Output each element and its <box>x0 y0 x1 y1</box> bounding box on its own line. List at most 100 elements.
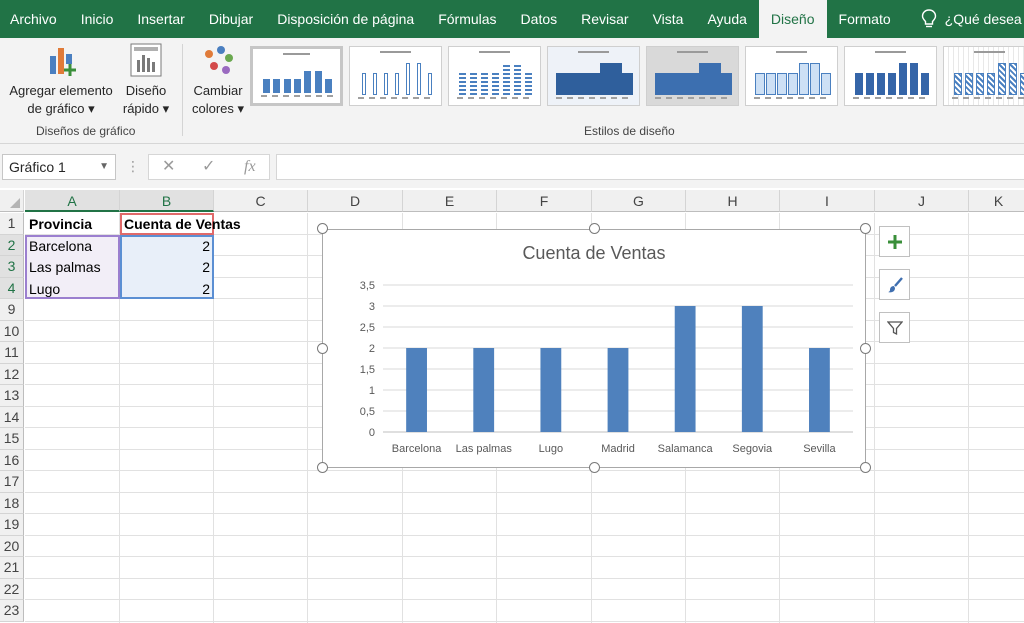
grid-row-line <box>25 513 1024 514</box>
column-header-j[interactable]: J <box>875 190 969 212</box>
change-colors-label-1: Cambiar <box>193 83 243 98</box>
row-header-22[interactable]: 22 <box>0 578 24 600</box>
table-cell[interactable]: Lugo <box>25 279 64 299</box>
tab-vista[interactable]: Vista <box>641 0 696 38</box>
chart-filters-button[interactable] <box>879 312 910 343</box>
select-all-corner[interactable] <box>0 190 24 212</box>
chart-style-2[interactable] <box>349 46 442 106</box>
header-cell-cuenta[interactable]: Cuenta de Ventas <box>120 214 245 234</box>
tab-inicio[interactable]: Inicio <box>69 0 126 38</box>
chart-style-4[interactable] <box>547 46 640 106</box>
bar-lugo[interactable] <box>540 348 562 432</box>
palette-icon <box>205 46 233 74</box>
tab-archivo[interactable]: Archivo <box>0 0 69 38</box>
name-box[interactable]: Gráfico 1 ▼ <box>2 154 116 180</box>
chart[interactable]: Cuenta de Ventas 0 0,5 1 1,5 2 2,5 3 3,5 Barcelo… <box>322 229 866 468</box>
row-header-18[interactable]: 18 <box>0 492 24 514</box>
table-cell[interactable]: 2 <box>120 279 214 299</box>
resize-handle-top-left[interactable] <box>317 223 328 234</box>
formula-input[interactable] <box>276 154 1024 180</box>
bar-las-palmas[interactable] <box>473 348 495 432</box>
tab-formato[interactable]: Formato <box>827 0 903 38</box>
column-header-a[interactable]: A <box>25 190 120 212</box>
column-header-e[interactable]: E <box>403 190 497 212</box>
bar-segovia[interactable] <box>741 306 763 432</box>
tab-datos[interactable]: Datos <box>509 0 570 38</box>
chevron-down-icon[interactable]: ▼ <box>99 155 109 179</box>
chart-style-1[interactable] <box>250 46 343 106</box>
column-header-c[interactable]: C <box>214 190 308 212</box>
chart-style-6[interactable] <box>745 46 838 106</box>
column-header-h[interactable]: H <box>686 190 780 212</box>
x-tick-label: Segovia <box>732 443 773 455</box>
table-cell[interactable]: 2 <box>120 236 214 256</box>
row-header-3[interactable]: 3 <box>0 256 24 278</box>
bar-madrid[interactable] <box>607 348 629 432</box>
grid-column-line <box>968 213 969 623</box>
row-header-16[interactable]: 16 <box>0 449 24 471</box>
table-cell[interactable]: Las palmas <box>25 257 105 277</box>
chart-styles-button[interactable] <box>879 269 910 300</box>
bar-barcelona[interactable] <box>406 348 427 432</box>
bar-sevilla[interactable] <box>809 348 830 432</box>
row-header-12[interactable]: 12 <box>0 363 24 385</box>
x-tick-label: Madrid <box>601 443 635 455</box>
row-header-1[interactable]: 1 <box>0 213 24 235</box>
resize-handle-bottom-right[interactable] <box>860 462 871 473</box>
tab-revisar[interactable]: Revisar <box>569 0 640 38</box>
row-header-9[interactable]: 9 <box>0 299 24 321</box>
resize-handle-left[interactable] <box>317 343 328 354</box>
chart-style-5[interactable] <box>646 46 739 106</box>
grid-row-line <box>25 620 1024 622</box>
add-chart-element-button[interactable]: Agregar elemento de gráfico ▾ <box>4 42 118 118</box>
resize-handle-right[interactable] <box>860 343 871 354</box>
table-cell[interactable]: Barcelona <box>25 236 96 256</box>
tab-diseno[interactable]: Diseño <box>758 0 827 38</box>
tab-formulas[interactable]: Fórmulas <box>426 0 508 38</box>
row-header-17[interactable]: 17 <box>0 471 24 493</box>
quick-layout-label-1: Diseño <box>125 83 167 98</box>
row-header-19[interactable]: 19 <box>0 514 24 536</box>
header-cell-provincia[interactable]: Provincia <box>25 214 96 234</box>
resize-handle-bottom[interactable] <box>589 462 600 473</box>
grid-row-line <box>25 577 1024 579</box>
column-header-b[interactable]: B <box>120 190 214 212</box>
table-cell[interactable]: 2 <box>120 257 214 277</box>
row-header-14[interactable]: 14 <box>0 406 24 428</box>
enter-icon[interactable]: ✓ <box>202 154 215 180</box>
column-header-g[interactable]: G <box>592 190 686 212</box>
cancel-icon[interactable]: ✕ <box>162 154 175 180</box>
tab-ayuda[interactable]: Ayuda <box>695 0 758 38</box>
row-header-11[interactable]: 11 <box>0 342 24 364</box>
resize-handle-top-right[interactable] <box>860 223 871 234</box>
column-header-k[interactable]: K <box>969 190 1024 212</box>
chart-style-3[interactable] <box>448 46 541 106</box>
row-header-4[interactable]: 4 <box>0 277 24 299</box>
drag-handle-icon[interactable]: ⋮ <box>126 158 140 175</box>
column-header-f[interactable]: F <box>497 190 592 212</box>
quick-layout-button[interactable]: Diseño rápido ▾ <box>118 42 174 118</box>
chart-style-7[interactable] <box>844 46 937 106</box>
tab-disposicion[interactable]: Disposición de página <box>265 0 426 38</box>
resize-handle-top[interactable] <box>589 223 600 234</box>
column-header-d[interactable]: D <box>308 190 403 212</box>
tab-dibujar[interactable]: Dibujar <box>197 0 265 38</box>
tab-insertar[interactable]: Insertar <box>125 0 196 38</box>
row-header-2[interactable]: 2 <box>0 234 24 256</box>
chart-elements-button[interactable] <box>879 226 910 257</box>
change-colors-button[interactable]: Cambiar colores ▾ <box>188 42 248 118</box>
row-header-13[interactable]: 13 <box>0 385 24 407</box>
resize-handle-bottom-left[interactable] <box>317 462 328 473</box>
add-chart-element-label-1: Agregar elemento <box>9 83 113 98</box>
row-header-20[interactable]: 20 <box>0 535 24 557</box>
bar-salamanca[interactable] <box>674 306 696 432</box>
insert-function-icon[interactable]: fx <box>244 154 256 180</box>
row-header-15[interactable]: 15 <box>0 428 24 450</box>
row-header-10[interactable]: 10 <box>0 320 24 342</box>
x-tick-label: Sevilla <box>803 443 836 455</box>
column-header-i[interactable]: I <box>780 190 875 212</box>
chart-style-8[interactable] <box>943 46 1024 106</box>
tell-me-search[interactable]: ¿Qué desea ha <box>903 9 1024 29</box>
row-header-21[interactable]: 21 <box>0 557 24 579</box>
row-header-23[interactable]: 23 <box>0 600 24 622</box>
